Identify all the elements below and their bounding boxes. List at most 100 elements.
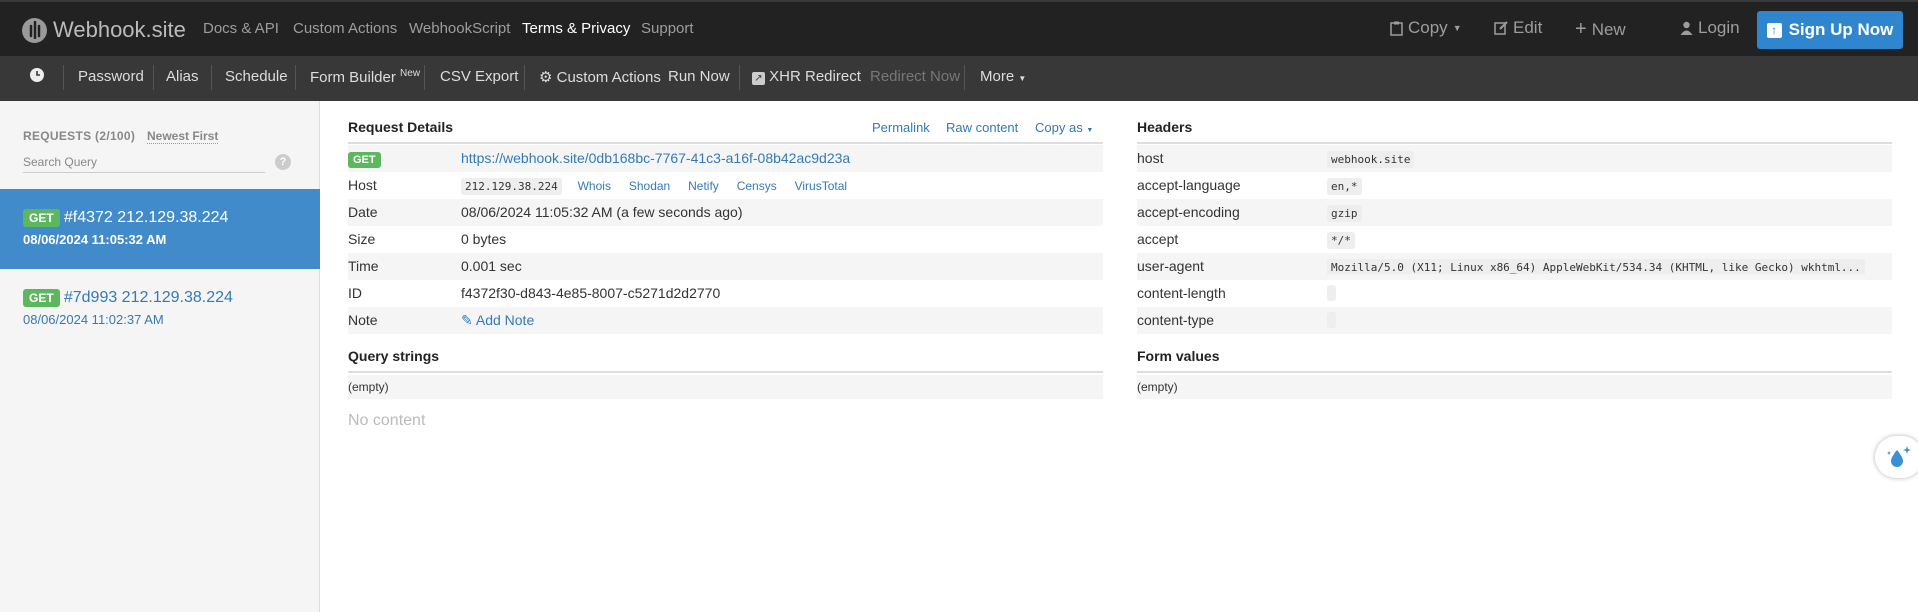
brand-name: Webhook.site: [53, 17, 186, 42]
search-query-input[interactable]: [23, 151, 265, 173]
nav-terms-privacy[interactable]: Terms & Privacy: [522, 20, 630, 37]
title-underline: [348, 346, 1103, 373]
netify-link[interactable]: Netify: [688, 179, 719, 193]
edit-button[interactable]: Edit: [1494, 18, 1542, 38]
caret-down-icon: ▼: [1018, 74, 1027, 83]
alias-button[interactable]: Alias: [166, 68, 199, 85]
copy-dropdown[interactable]: Copy ▼: [1390, 18, 1462, 38]
form-values-row: (empty): [1137, 375, 1892, 399]
new-badge: New: [400, 68, 421, 79]
request-url-link[interactable]: https://webhook.site/0db168bc-7767-41c3-…: [461, 150, 850, 166]
run-now-button[interactable]: Run Now: [668, 68, 730, 85]
toolbar: Password Alias Schedule Form Builder New…: [0, 56, 1918, 101]
request-list-item[interactable]: GET #f4372 212.129.38.224 08/06/2024 11:…: [0, 189, 320, 269]
plus-icon: +: [1575, 18, 1587, 40]
external-link-icon: ↗: [752, 72, 765, 85]
toolbar-divider: [63, 65, 64, 90]
date-value: 08/06/2024 11:05:32 AM (a few seconds ag…: [461, 204, 743, 220]
help-icon[interactable]: ?: [275, 154, 291, 170]
sign-up-button[interactable]: ↑ Sign Up Now: [1757, 11, 1903, 49]
more-label: More: [980, 68, 1015, 85]
header-value: [1327, 312, 1336, 328]
toolbar-divider: [211, 65, 212, 90]
request-title: #7d993 212.129.38.224: [63, 289, 233, 307]
no-content-text: No content: [348, 412, 426, 429]
query-strings-row: (empty): [348, 375, 1103, 399]
copy-label: Copy: [1408, 18, 1448, 37]
toolbar-divider: [295, 65, 296, 90]
xhr-redirect-label: XHR Redirect: [769, 68, 861, 85]
new-button[interactable]: + New: [1575, 18, 1626, 41]
header-key: accept: [1137, 231, 1179, 247]
sort-order-toggle[interactable]: Newest First: [147, 129, 219, 144]
method-cell: GET: [348, 150, 381, 168]
upload-icon: ↑: [1766, 22, 1782, 38]
header-key: host: [1137, 150, 1164, 166]
header-value: Mozilla/5.0 (X11; Linux x86_64) AppleWeb…: [1327, 259, 1865, 274]
custom-actions-button[interactable]: ⚙ Custom Actions: [539, 68, 661, 86]
toolbar-divider: [739, 65, 740, 90]
xhr-redirect-button[interactable]: ↗ XHR Redirect: [752, 68, 861, 85]
requests-sidebar: REQUESTS (2/100) Newest First ? GET #f43…: [0, 101, 320, 612]
size-row: Size 0 bytes: [348, 226, 1103, 253]
censys-link[interactable]: Censys: [737, 179, 777, 193]
host-label: Host: [348, 177, 377, 193]
host-value-group: 212.129.38.224 Whois Shodan Netify Censy…: [461, 177, 861, 195]
header-row: accept-language en,*: [1137, 172, 1892, 199]
csv-export-button[interactable]: CSV Export: [440, 68, 518, 85]
headers-panel: Headers host webhook.site accept-languag…: [1137, 117, 1892, 407]
time-row: Time 0.001 sec: [348, 253, 1103, 280]
edit-icon: [1494, 21, 1508, 35]
request-details-panel: Request Details Permalink Raw content Co…: [348, 117, 1103, 417]
header-key: accept-encoding: [1137, 204, 1240, 220]
sign-up-label: Sign Up Now: [1788, 20, 1894, 39]
new-label: New: [1591, 19, 1626, 39]
toolbar-divider: [153, 65, 154, 90]
header-row: user-agent Mozilla/5.0 (X11; Linux x86_6…: [1137, 253, 1892, 280]
redirect-now-button[interactable]: Redirect Now: [870, 68, 960, 85]
password-button[interactable]: Password: [78, 68, 144, 85]
header-row: accept-encoding gzip: [1137, 199, 1892, 226]
header-value: */*: [1327, 232, 1355, 249]
webhook-logo-icon: [22, 17, 47, 43]
more-dropdown[interactable]: More ▼: [980, 68, 1026, 85]
header-row: accept */*: [1137, 226, 1892, 253]
form-builder-label: Form Builder: [310, 69, 396, 86]
header-row: host webhook.site: [1137, 145, 1892, 172]
nav-webhookscript[interactable]: WebhookScript: [409, 20, 510, 37]
size-value: 0 bytes: [461, 231, 507, 247]
virustotal-link[interactable]: VirusTotal: [795, 179, 847, 193]
note-label: Note: [348, 312, 378, 328]
schedule-button[interactable]: Schedule: [225, 68, 288, 85]
sparkle-droplet-button[interactable]: [1875, 436, 1918, 478]
login-label: Login: [1698, 18, 1740, 37]
query-strings-empty: (empty): [348, 380, 389, 394]
whois-link[interactable]: Whois: [578, 179, 611, 193]
header-value: webhook.site: [1327, 151, 1415, 168]
gear-icon: ⚙: [539, 69, 553, 86]
login-button[interactable]: Login: [1680, 18, 1740, 38]
shodan-link[interactable]: Shodan: [629, 179, 670, 193]
note-row: Note ✎ Add Note: [348, 307, 1103, 334]
request-date: 08/06/2024 11:05:32 AM: [23, 232, 167, 248]
brand-logo[interactable]: Webhook.site: [22, 17, 186, 43]
nav-support[interactable]: Support: [641, 20, 694, 37]
clock-icon[interactable]: [29, 67, 45, 87]
request-list-item[interactable]: GET #7d993 212.129.38.224 08/06/2024 11:…: [0, 269, 320, 349]
header-value: en,*: [1327, 178, 1362, 195]
nav-custom-actions[interactable]: Custom Actions: [293, 20, 397, 37]
title-underline: [1137, 117, 1892, 144]
add-note-button[interactable]: ✎ Add Note: [461, 312, 534, 329]
add-note-label: Add Note: [475, 312, 535, 328]
host-ip: 212.129.38.224: [461, 178, 562, 195]
time-label: Time: [348, 258, 379, 274]
header-row: content-length: [1137, 280, 1892, 307]
host-row: Host 212.129.38.224 Whois Shodan Netify …: [348, 172, 1103, 199]
request-title: #f4372 212.129.38.224: [63, 209, 229, 227]
form-builder-button[interactable]: Form Builder New: [310, 68, 420, 86]
user-icon: [1680, 21, 1693, 35]
time-value: 0.001 sec: [461, 258, 522, 274]
nav-docs-api[interactable]: Docs & API: [203, 20, 279, 37]
clipboard-icon: [1390, 21, 1403, 36]
requests-count: REQUESTS (2/100): [23, 129, 136, 143]
